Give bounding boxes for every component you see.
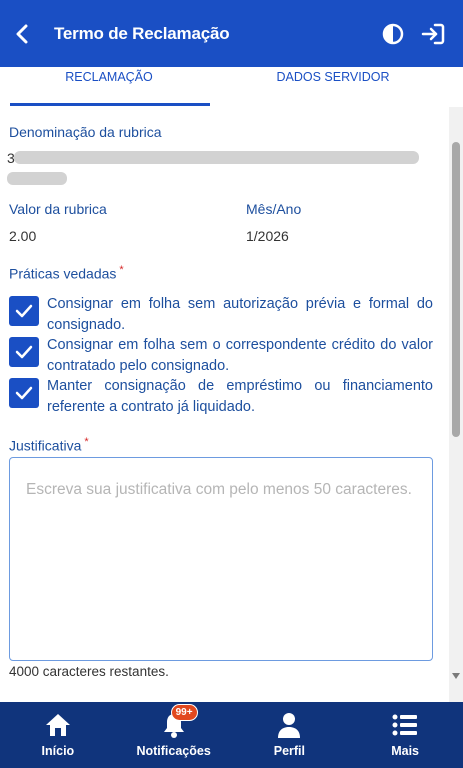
pratica-item: Consignar em folha sem autorização prévi… bbox=[9, 294, 433, 336]
pratica-item: Consignar em folha sem o correspondente … bbox=[9, 335, 433, 377]
mes-ano-label: Mês/Ano bbox=[246, 201, 302, 217]
nav-notificacoes[interactable]: 99+ Notificações bbox=[116, 702, 232, 768]
page-title: Termo de Reclamação bbox=[54, 23, 230, 43]
bell-icon: 99+ bbox=[159, 704, 198, 740]
bottom-navigation: Início 99+ Notificações Perfil Mais bbox=[0, 702, 463, 768]
praticas-label-text: Práticas vedadas bbox=[9, 265, 117, 282]
app-screen: Termo de Reclamação RECLAMAÇÃO DADOS SER… bbox=[0, 0, 463, 768]
praticas-label: Práticas vedadas * bbox=[9, 264, 124, 282]
remaining-characters: 4000 caracteres restantes. bbox=[9, 664, 169, 679]
tab-bar: RECLAMAÇÃO DADOS SERVIDOR bbox=[0, 67, 463, 107]
required-mark: * bbox=[84, 436, 89, 448]
pratica-item: Manter consignação de empréstimo ou fina… bbox=[9, 376, 433, 418]
checkmark-icon bbox=[15, 304, 33, 318]
tab-dados-servidor[interactable]: DADOS SERVIDOR bbox=[218, 67, 448, 107]
pratica-text-3: Manter consignação de empréstimo ou fina… bbox=[47, 378, 433, 415]
nav-inicio[interactable]: Início bbox=[0, 702, 116, 768]
menu-list-icon bbox=[390, 710, 420, 740]
valor-value: 2.00 bbox=[9, 228, 37, 244]
mes-ano-value: 1/2026 bbox=[246, 228, 289, 244]
pratica-text-1: Consignar em folha sem autorização prévi… bbox=[47, 296, 433, 333]
rubrica-label: Denominação da rubrica bbox=[9, 124, 162, 140]
pratica-text-2: Consignar em folha sem o correspondente … bbox=[47, 337, 433, 374]
app-header: Termo de Reclamação bbox=[0, 0, 463, 67]
nav-label: Notificações bbox=[136, 744, 211, 758]
justificativa-label-text: Justificativa bbox=[9, 437, 82, 454]
nav-label: Mais bbox=[391, 744, 420, 758]
logout-icon bbox=[421, 23, 445, 44]
form-content: Denominação da rubrica 3 Valor da rubric… bbox=[0, 107, 449, 702]
scrollbar[interactable] bbox=[449, 107, 463, 702]
notification-badge: 99+ bbox=[170, 704, 198, 721]
pratica-checkbox-2[interactable] bbox=[9, 337, 39, 367]
nav-perfil[interactable]: Perfil bbox=[232, 702, 348, 768]
required-mark: * bbox=[119, 264, 124, 276]
pratica-checkbox-3[interactable] bbox=[9, 378, 39, 408]
contrast-button[interactable] bbox=[373, 0, 413, 67]
nav-label: Início bbox=[41, 744, 75, 758]
user-icon bbox=[274, 710, 304, 740]
redacted-value bbox=[14, 151, 419, 164]
nav-mais[interactable]: Mais bbox=[347, 702, 463, 768]
logout-button[interactable] bbox=[413, 0, 453, 67]
checkmark-icon bbox=[15, 345, 33, 359]
scrollbar-thumb[interactable] bbox=[452, 142, 460, 437]
nav-label: Perfil bbox=[273, 744, 305, 758]
tab-reclamacao[interactable]: RECLAMAÇÃO bbox=[0, 67, 218, 107]
home-icon bbox=[43, 710, 73, 740]
contrast-icon bbox=[382, 23, 404, 44]
back-button[interactable] bbox=[0, 0, 44, 67]
chevron-left-icon bbox=[16, 24, 28, 43]
scroll-down-arrow-icon[interactable] bbox=[452, 673, 460, 679]
checkmark-icon bbox=[15, 386, 33, 400]
active-tab-indicator bbox=[10, 103, 210, 106]
redacted-value bbox=[7, 172, 67, 185]
justificativa-input[interactable] bbox=[9, 457, 433, 661]
justificativa-label: Justificativa * bbox=[9, 436, 89, 454]
pratica-checkbox-1[interactable] bbox=[9, 296, 39, 326]
valor-label: Valor da rubrica bbox=[9, 201, 107, 217]
